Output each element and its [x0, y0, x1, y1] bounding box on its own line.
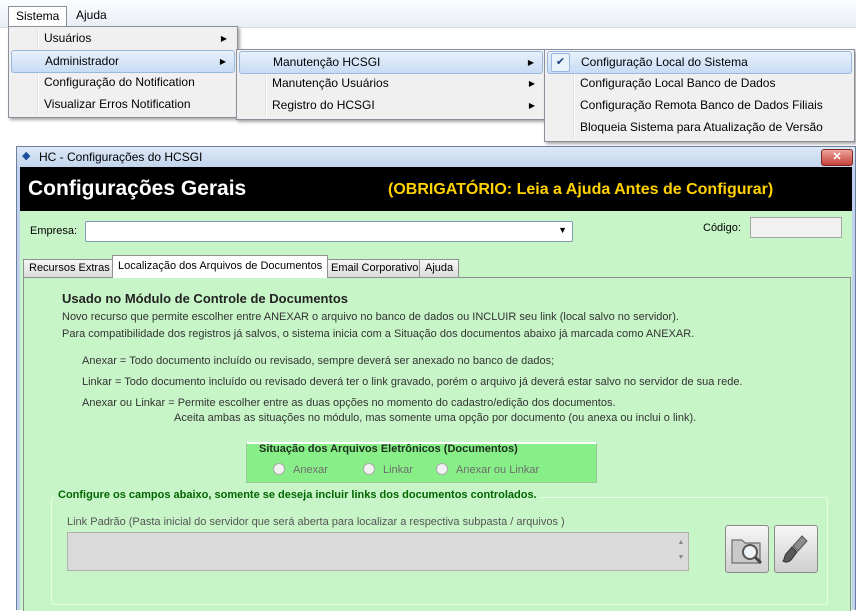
tab-email-corporativo[interactable]: Email Corporativo [325, 259, 425, 277]
chevron-right-icon: ▶ [527, 58, 534, 67]
browse-folder-button[interactable] [725, 525, 769, 573]
link-padrao-textarea[interactable]: ▲ ▼ [67, 532, 689, 571]
menu-item-manutencao-usuarios[interactable]: Manutenção Usuários ▶ [239, 73, 543, 94]
textarea-scrollbar[interactable]: ▲ ▼ [676, 535, 686, 566]
radio-label: Anexar ou Linkar [456, 464, 540, 476]
menu-item-bloqueia-sistema[interactable]: Bloqueia Sistema para Atualização de Ver… [547, 117, 852, 138]
window-title: HC - Configurações do HCSGI [39, 150, 203, 164]
menu-item-label: Manutenção HCSGI [273, 55, 381, 69]
menu-item-label: Visualizar Erros Notification [44, 97, 191, 111]
menu-item-label: Configuração Local do Sistema [581, 55, 748, 69]
menu-item-label: Manutenção Usuários [272, 76, 389, 90]
tab-recursos-extras[interactable]: Recursos Extras [23, 259, 116, 277]
menu-item-visualizar-erros[interactable]: Visualizar Erros Notification [11, 94, 235, 115]
codigo-label: Código: [703, 222, 741, 234]
folder-search-icon [731, 539, 763, 565]
menu-item-label: Configuração Remota Banco de Dados Filia… [580, 98, 823, 112]
empresa-combobox[interactable]: ▼ [85, 221, 573, 242]
menu-item-administrador[interactable]: Administrador ▶ [11, 50, 235, 73]
chevron-right-icon: ▶ [219, 57, 226, 66]
window-app-icon: ◆ [22, 150, 31, 162]
menu-sistema[interactable]: Sistema [8, 6, 68, 26]
codigo-input[interactable] [750, 217, 842, 238]
tab-ajuda[interactable]: Ajuda [419, 259, 460, 277]
config-window: ◆ HC - Configurações do HCSGI ✕ Configur… [16, 146, 856, 611]
intro-text-1: Novo recurso que permite escolher entre … [62, 311, 679, 323]
header-band: Configurações Gerais (OBRIGATÓRIO: Leia … [20, 167, 852, 211]
linkar-description: Linkar = Todo documento incluído ou revi… [82, 376, 743, 388]
situacao-group-title: Situação dos Arquivos Eletrônicos (Docum… [259, 443, 518, 455]
section-title: Usado no Módulo de Controle de Documento… [62, 291, 348, 306]
menu-item-manutencao-hcsgi[interactable]: Manutenção HCSGI ▶ [239, 51, 543, 74]
clear-link-button[interactable] [774, 525, 818, 573]
chevron-right-icon: ▶ [220, 34, 227, 43]
check-icon: ✔ [551, 53, 570, 72]
radio-linkar[interactable]: Linkar [363, 463, 413, 476]
sistema-dropdown: Usuários ▶ Administrador ▶ Configuração … [8, 26, 238, 118]
menu-item-registro-hcsgi[interactable]: Registro do HCSGI ▶ [239, 95, 543, 116]
menu-item-config-remota-banco[interactable]: Configuração Remota Banco de Dados Filia… [547, 95, 852, 116]
radio-label: Anexar [293, 464, 328, 476]
radio-circle-icon [436, 463, 448, 475]
radio-label: Linkar [383, 464, 413, 476]
link-padrao-label: Link Padrão (Pasta inicial do servidor q… [67, 516, 565, 528]
intro-text-2: Para compatibilidade dos registros já sa… [62, 328, 695, 340]
radio-anexar-ou-linkar[interactable]: Anexar ou Linkar [436, 463, 539, 476]
menu-item-config-local-sistema[interactable]: ✔ Configuração Local do Sistema [547, 51, 852, 74]
radio-anexar[interactable]: Anexar [273, 463, 328, 476]
window-client: Configurações Gerais (OBRIGATÓRIO: Leia … [20, 167, 852, 611]
chevron-down-icon: ▼ [558, 225, 567, 235]
menu-item-label: Configuração Local Banco de Dados [580, 76, 776, 90]
chevron-right-icon: ▶ [528, 101, 535, 110]
radio-circle-icon [363, 463, 375, 475]
empresa-label: Empresa: [30, 225, 78, 237]
menu-bar: Sistema Ajuda [0, 0, 856, 28]
menu-item-label: Registro do HCSGI [272, 98, 375, 112]
chevron-right-icon: ▶ [528, 79, 535, 88]
anexar-description: Anexar = Todo documento incluído ou revi… [82, 355, 555, 367]
menu-item-usuarios[interactable]: Usuários ▶ [11, 28, 235, 49]
menu-item-label: Configuração do Notification [44, 75, 195, 89]
window-titlebar[interactable]: ◆ HC - Configurações do HCSGI ✕ [17, 147, 855, 167]
tab-localizacao-arquivos[interactable]: Localização dos Arquivos de Documentos [112, 255, 329, 278]
manutencao-submenu: ✔ Configuração Local do Sistema Configur… [544, 49, 855, 142]
menu-item-label: Bloqueia Sistema para Atualização de Ver… [580, 120, 823, 134]
header-warning: (OBRIGATÓRIO: Leia a Ajuda Antes de Conf… [388, 181, 774, 198]
menu-ajuda[interactable]: Ajuda [68, 6, 115, 24]
close-icon: ✕ [832, 151, 842, 163]
anexar-ou-linkar-description: Anexar ou Linkar = Permite escolher entr… [82, 397, 616, 409]
page-title: Configurações Gerais [28, 177, 247, 200]
anexar-ou-linkar-note: Aceita ambas as situações no módulo, mas… [174, 412, 697, 424]
menu-item-config-local-banco[interactable]: Configuração Local Banco de Dados [547, 73, 852, 94]
menu-item-label: Usuários [44, 31, 92, 45]
menu-item-configuracao-notification[interactable]: Configuração do Notification [11, 72, 235, 93]
administrador-submenu: Manutenção HCSGI ▶ Manutenção Usuários ▶… [236, 49, 546, 120]
brush-icon [782, 535, 808, 563]
menu-item-label: Administrador [45, 54, 120, 68]
radio-circle-icon [273, 463, 285, 475]
situacao-group: Situação dos Arquivos Eletrônicos (Docum… [246, 442, 597, 483]
links-group-title: Configure os campos abaixo, somente se d… [55, 489, 540, 501]
close-button[interactable]: ✕ [821, 149, 853, 166]
